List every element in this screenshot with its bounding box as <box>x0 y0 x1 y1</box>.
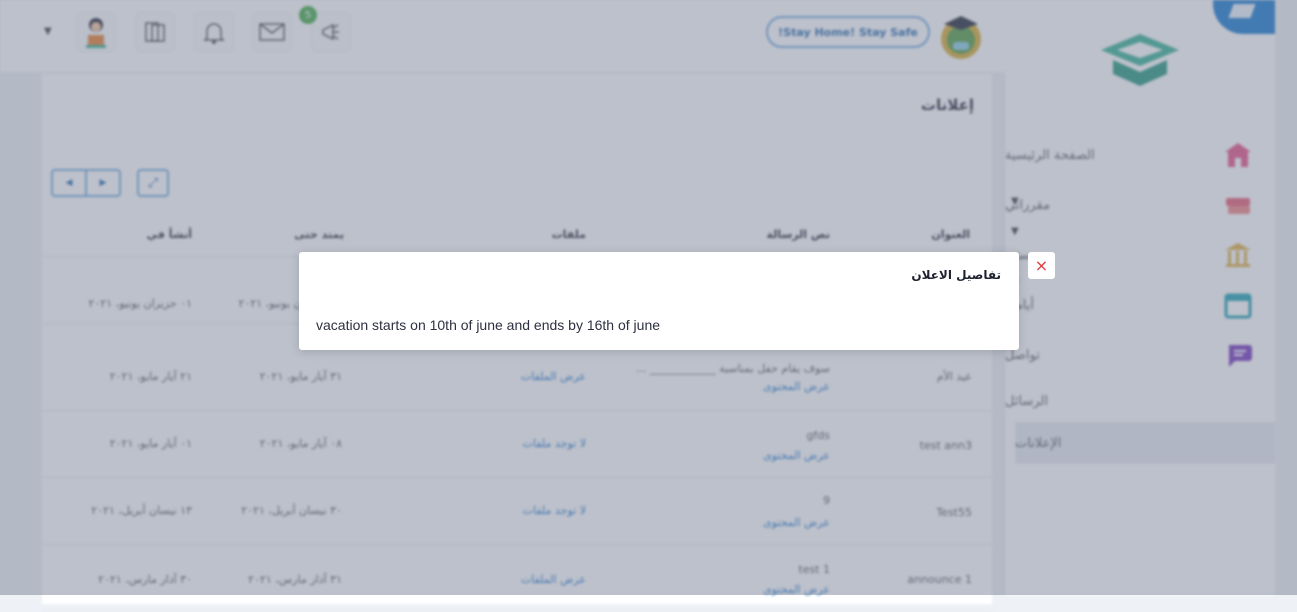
close-icon: × <box>1034 256 1049 275</box>
close-button[interactable]: × <box>1028 252 1055 279</box>
modal-title: تفاصيل الاعلان <box>911 268 1001 282</box>
announcement-details-modal: تفاصيل الاعلان vacation starts on 10th o… <box>299 252 1019 350</box>
modal-body-text: vacation starts on 10th of june and ends… <box>316 317 661 333</box>
